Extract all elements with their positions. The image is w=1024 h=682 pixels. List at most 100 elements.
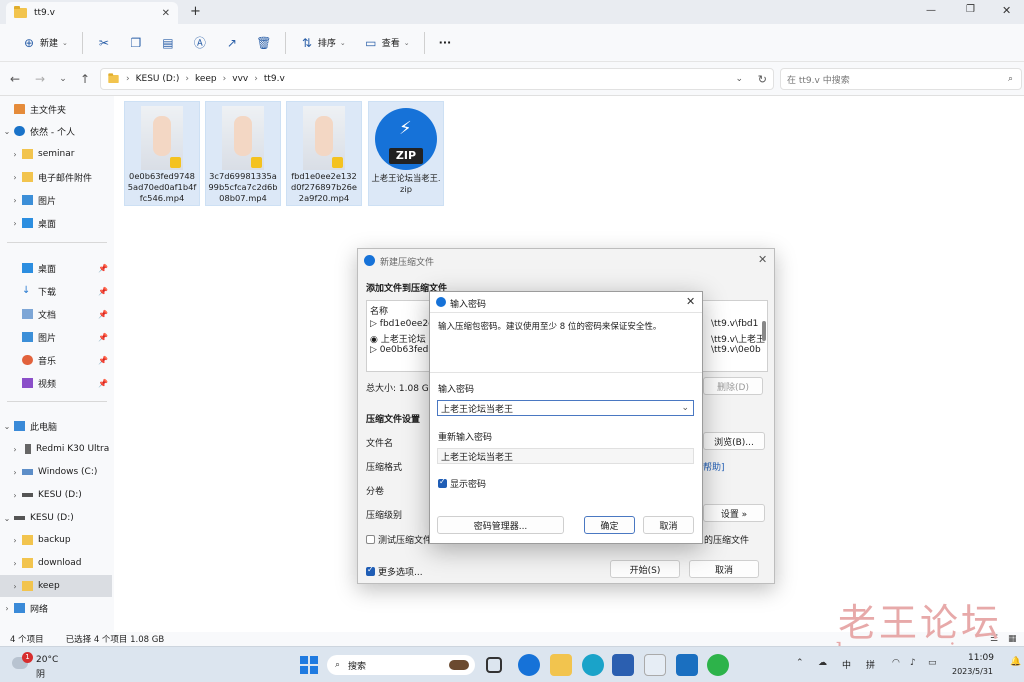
table-row[interactable]: ▷ 0e0b63fed9	[370, 345, 434, 355]
checkbox[interactable]	[366, 535, 375, 544]
chevron-right-icon[interactable]: ›	[8, 536, 22, 545]
sidebar-item-desktop-pinned[interactable]: 桌面 📌	[0, 257, 112, 279]
file-item[interactable]: ⚡ ZIP 上老王论坛当老王.zip	[368, 101, 444, 206]
sidebar-item-thispc[interactable]: ⌄ 此电脑	[0, 415, 112, 437]
sidebar-item-music[interactable]: 音乐 📌	[0, 349, 112, 371]
show-password-checkbox[interactable]: 显示密码	[438, 477, 486, 490]
notification-bell-icon[interactable]: 🔔	[1010, 657, 1021, 667]
file-item[interactable]: fbd1e0ee2e132d0f276897b26e2a9f20.mp4	[286, 101, 362, 206]
file-item[interactable]: 3c7d69981335a99b5cfca7c2d6b08b07.mp4	[205, 101, 281, 206]
sidebar-item-downloads[interactable]: ↓ 下载 📌	[0, 280, 112, 302]
scrollbar[interactable]	[762, 321, 766, 341]
battery-icon[interactable]: ▭	[928, 658, 937, 668]
sort-button[interactable]: ⇅ 排序 ⌄	[292, 29, 354, 57]
app-taskbar-icon[interactable]	[676, 654, 698, 676]
repeat-password-input[interactable]: 上老王论坛当老王	[437, 448, 694, 464]
sidebar-item-seminar[interactable]: › seminar	[0, 143, 112, 165]
wifi-icon[interactable]: ◠	[892, 658, 900, 668]
breadcrumb-kesu[interactable]: KESU (D:)	[136, 74, 180, 84]
chevron-right-icon[interactable]: ›	[8, 491, 22, 500]
minimize-button[interactable]: —	[926, 5, 936, 16]
tab-tt9v[interactable]: tt9.v ✕	[6, 2, 178, 24]
sidebar-item-email[interactable]: › 电子邮件附件	[0, 166, 112, 188]
sidebar-item-kesu-d[interactable]: › KESU (D:)	[0, 484, 112, 506]
chevron-right-icon[interactable]: ›	[8, 559, 22, 568]
delete-button[interactable]: 🗑	[249, 29, 279, 57]
forward-arrow-icon[interactable]: →	[31, 70, 49, 88]
password-input[interactable]: 上老王论坛当老王 ⌄	[437, 400, 694, 416]
weather-temp[interactable]: 20°C	[36, 655, 58, 665]
window-close-button[interactable]: ✕	[1002, 4, 1011, 17]
edge-taskbar-icon[interactable]	[582, 654, 604, 676]
recent-chevron-icon[interactable]: ⌄	[54, 70, 72, 88]
up-arrow-icon[interactable]: ↑	[76, 70, 94, 88]
sidebar-item-network[interactable]: › 网络	[0, 597, 112, 619]
sidebar-item-keep[interactable]: › keep	[0, 575, 112, 597]
sidebar-item-desktop[interactable]: › 桌面	[0, 212, 112, 234]
copy-button[interactable]: ❐	[121, 29, 151, 57]
dialog-close-button[interactable]: ✕	[758, 253, 767, 266]
tiles-view-icon[interactable]: ▦	[1008, 634, 1017, 644]
new-tab-button[interactable]: +	[190, 4, 201, 19]
search-input[interactable]: 在 tt9.v 中搜索 ⌕	[780, 68, 1022, 90]
store-taskbar-icon[interactable]	[612, 654, 634, 676]
paste-button[interactable]: ▤	[153, 29, 183, 57]
rename-button[interactable]: Ⓐ	[185, 29, 215, 57]
ime-mode[interactable]: 中	[842, 658, 851, 671]
chevron-right-icon[interactable]: ›	[8, 173, 22, 182]
refresh-icon[interactable]: ↻	[758, 73, 767, 86]
breadcrumb-vvv[interactable]: vvv	[232, 74, 248, 84]
chevron-down-icon[interactable]: ⌄	[0, 127, 14, 136]
chevron-right-icon[interactable]: ›	[8, 468, 22, 477]
start-button[interactable]	[298, 654, 320, 676]
chevron-right-icon[interactable]: ›	[8, 150, 22, 159]
sidebar-item-backup[interactable]: › backup	[0, 529, 112, 551]
chevron-right-icon[interactable]: ›	[8, 445, 22, 454]
sidebar-item-onedrive[interactable]: ⌄ 依然 - 个人	[0, 120, 112, 142]
password-manager-button[interactable]: 密码管理器...	[437, 516, 564, 534]
sidebar-item-home[interactable]: 主文件夹	[0, 98, 112, 120]
cloud-icon[interactable]: ☁	[818, 658, 827, 668]
new-button[interactable]: ⊕ 新建 ⌄	[14, 29, 76, 57]
chevron-right-icon[interactable]: ›	[8, 219, 22, 228]
volume-icon[interactable]: ♪	[910, 658, 916, 668]
chevron-up-icon[interactable]: ⌃	[796, 658, 804, 668]
address-bar[interactable]: › KESU (D:) › keep › vvv › tt9.v ⌄ ↻	[100, 68, 774, 90]
back-arrow-icon[interactable]: ←	[6, 70, 24, 88]
share-button[interactable]: ↗	[217, 29, 247, 57]
maximize-button[interactable]: ❐	[966, 4, 975, 15]
sidebar-item-windows-c[interactable]: › Windows (C:)	[0, 461, 112, 483]
chevron-right-icon[interactable]: ›	[0, 604, 14, 613]
file-explorer-taskbar-icon[interactable]	[550, 654, 572, 676]
chevron-down-icon[interactable]: ⌄	[0, 514, 14, 523]
more-options-checkbox[interactable]: 更多选项...	[366, 565, 423, 578]
advanced-settings-button[interactable]: 设置 »	[703, 504, 765, 522]
help-link[interactable]: 帮助]	[703, 460, 725, 473]
view-button[interactable]: ▭ 查看 ⌄	[356, 29, 418, 57]
app2-taskbar-icon[interactable]	[707, 654, 729, 676]
breadcrumb-tt9v[interactable]: tt9.v	[264, 74, 285, 84]
slack-taskbar-icon[interactable]	[644, 654, 666, 676]
test-archive-checkbox[interactable]: 测试压缩文件	[366, 533, 432, 546]
sidebar-item-download[interactable]: › download	[0, 552, 112, 574]
table-row[interactable]: ▷ fbd1e0ee2e	[370, 319, 434, 329]
delete-button[interactable]: 删除(D)	[703, 377, 763, 395]
cut-button[interactable]: ✂	[89, 29, 119, 57]
bandizip-taskbar-icon[interactable]	[518, 654, 540, 676]
chevron-down-icon[interactable]: ⌄	[0, 422, 14, 431]
sidebar-item-pictures-pinned[interactable]: 图片 📌	[0, 326, 112, 348]
cancel-button[interactable]: 取消	[643, 516, 694, 534]
breadcrumb-keep[interactable]: keep	[195, 74, 217, 84]
dialog-close-button[interactable]: ✕	[686, 295, 695, 308]
browse-button[interactable]: 浏览(B)...	[703, 432, 765, 450]
start-button[interactable]: 开始(S)	[610, 560, 680, 578]
taskbar-search[interactable]: ⌕ 搜索	[327, 655, 475, 675]
table-row[interactable]: ◉ 上老王论坛	[370, 332, 426, 345]
sidebar-item-kesu-d-expanded[interactable]: ⌄ KESU (D:)	[0, 507, 112, 529]
ime-pinyin[interactable]: 拼	[866, 658, 875, 671]
clock-date[interactable]: 2023/5/31	[952, 667, 993, 676]
ok-button[interactable]: 确定	[584, 516, 635, 534]
sidebar-item-videos[interactable]: 视频 📌	[0, 372, 112, 394]
checkbox[interactable]	[438, 477, 447, 488]
more-button[interactable]: ···	[431, 29, 460, 57]
